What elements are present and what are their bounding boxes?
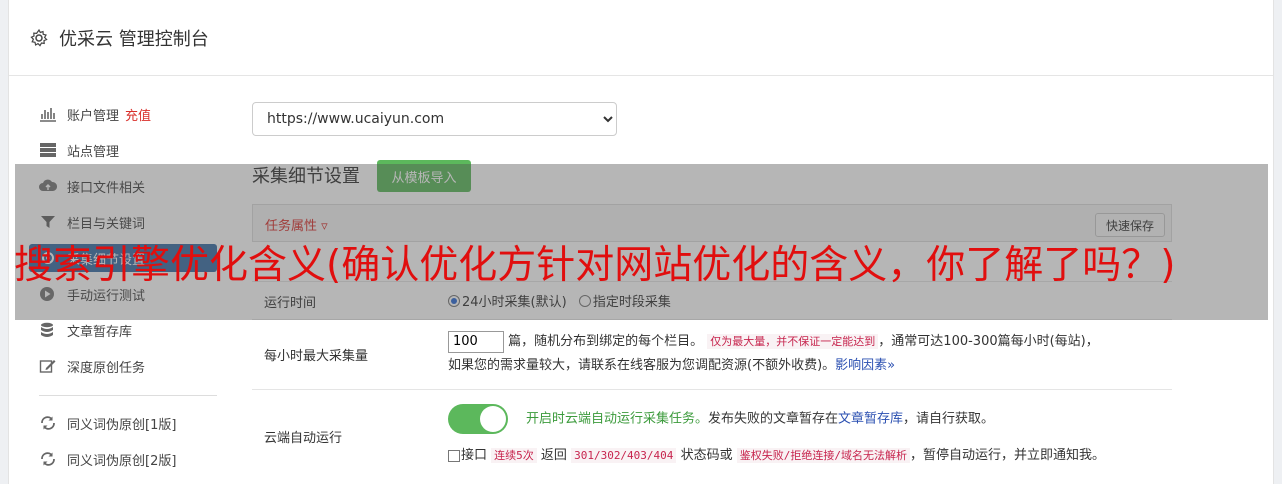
recharge-link[interactable]: 充值 — [125, 105, 151, 124]
overlay-title: 搜索引擎优化含义(确认优化方针对网站优化的含义，你了解了吗？) — [14, 243, 1176, 288]
sidebar-item-account[interactable]: 账户管理 充值 — [39, 100, 151, 128]
auto-run-desc-4: 状态码或 — [680, 448, 733, 463]
auto-run-desc-2: ，请自行获取。 — [903, 411, 995, 427]
refresh-icon — [41, 452, 55, 466]
settings-row-auto-run: 云端自动运行 开启时云端自动运行采集任务。发布失败的文章暂存在文章暂存库，请自行… — [252, 390, 1172, 480]
article-store-link[interactable]: 文章暂存库 — [838, 412, 903, 427]
auto-run-toggle[interactable] — [448, 404, 508, 434]
sidebar-item-deep-original[interactable]: 深度原创任务 — [39, 352, 145, 380]
auto-run-desc-1: 发布失败的文章暂存在 — [708, 411, 839, 427]
edit-icon — [39, 360, 56, 373]
code-auth-fail: 鉴权失败/拒绝连接/域名无法解析 — [736, 448, 910, 463]
row-label: 云端自动运行 — [264, 431, 343, 446]
header: 优采云 管理控制台 — [9, 0, 1273, 76]
sidebar-divider — [39, 395, 217, 396]
influence-factors-link[interactable]: 影响因素» — [835, 358, 895, 373]
sidebar-item-label: 同义词伪原创[2版] — [67, 453, 177, 469]
max-desc-2: ，通常可达100-300篇每小时(每站)， — [878, 334, 1099, 349]
row-label: 每小时最大采集量 — [264, 349, 369, 364]
checkbox-label: 接口 — [461, 448, 488, 463]
sidebar-item-synonym-v2[interactable]: 同义词伪原创[2版] — [39, 445, 176, 473]
code-consecutive: 连续5次 — [491, 448, 537, 463]
max-per-hour-input[interactable] — [448, 330, 504, 353]
sidebar-item-label: 同义词伪原创[1版] — [67, 417, 177, 433]
database-icon — [41, 322, 53, 337]
settings-row-max-per-hour: 每小时最大采集量 篇，随机分布到绑定的每个栏目。 仅为最大量，并不保证一定能达到… — [252, 320, 1172, 390]
bar-chart-icon — [40, 108, 56, 122]
sidebar-item-label: 账户管理 — [67, 108, 120, 124]
max-desc-1: 篇，随机分布到绑定的每个栏目。 — [508, 334, 704, 349]
sidebar-item-article-store[interactable]: 文章暂存库 — [39, 316, 132, 344]
pause-notify-checkbox[interactable] — [448, 449, 460, 462]
sidebar-item-synonym-v1[interactable]: 同义词伪原创[1版] — [39, 409, 176, 437]
gear-icon — [30, 28, 48, 47]
max-note: 仅为最大量，并不保证一定能达到 — [707, 334, 879, 349]
auto-run-desc-5: ，暂停自动运行，并立即通知我。 — [909, 448, 1105, 463]
site-select[interactable]: https://www.ucaiyun.com — [252, 102, 617, 136]
auto-run-desc-3: 返回 — [540, 448, 567, 463]
server-icon — [40, 143, 56, 157]
max-desc-3: 如果您的需求量较大，请联系在线客服为您调配资源(不额外收费)。 — [448, 358, 836, 373]
sidebar-item-sites[interactable]: 站点管理 — [39, 136, 119, 164]
sidebar-item-label: 站点管理 — [67, 144, 120, 160]
page-title: 优采云 管理控制台 — [59, 29, 209, 50]
code-status: 301/302/403/404 — [571, 448, 677, 463]
auto-run-on-text: 开启时云端自动运行采集任务。 — [526, 411, 709, 427]
sidebar-item-label: 文章暂存库 — [67, 324, 133, 340]
sidebar-item-label: 深度原创任务 — [67, 360, 146, 376]
refresh-icon — [41, 416, 55, 430]
